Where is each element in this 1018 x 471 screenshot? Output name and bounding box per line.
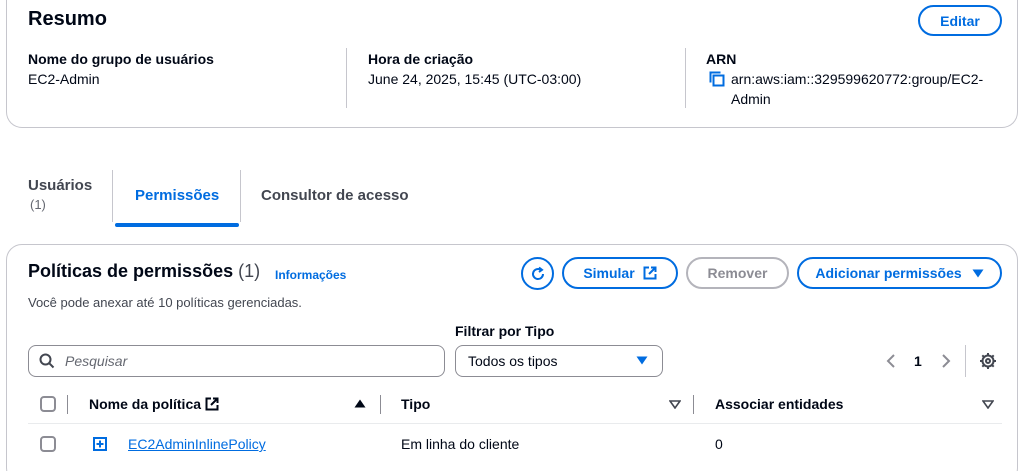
tab-access-advisor[interactable]: Consultor de acesso <box>261 187 409 204</box>
page-number[interactable]: 1 <box>914 353 922 369</box>
column-header-type[interactable]: Tipo <box>401 396 430 412</box>
tab-permissions[interactable]: Permissões <box>135 187 219 204</box>
policies-title: Políticas de permissões (1) <box>28 261 260 282</box>
external-link-icon <box>643 266 657 280</box>
arn-value: arn:aws:iam::329599620772:group/EC2- <box>731 71 984 87</box>
simulate-label: Simular <box>583 265 635 281</box>
search-icon <box>39 353 55 369</box>
remove-button[interactable]: Remover <box>686 257 789 289</box>
copy-icon[interactable] <box>709 71 725 87</box>
type-filter-select[interactable]: Todos os tipos <box>455 345 663 377</box>
column-divider <box>693 395 694 414</box>
info-link[interactable]: Informações <box>275 268 346 282</box>
tab-users-count: (1) <box>30 197 46 212</box>
policies-description: Você pode anexar até 10 políticas gerenc… <box>28 295 302 310</box>
active-tab-indicator <box>115 223 239 227</box>
tab-divider <box>112 170 113 222</box>
summary-title: Resumo <box>28 8 107 30</box>
created-value: June 24, 2025, 15:45 (UTC-03:00) <box>368 71 582 87</box>
refresh-button[interactable] <box>521 257 554 290</box>
type-filter-value: Todos os tipos <box>468 353 558 369</box>
next-page-icon[interactable] <box>941 354 951 368</box>
select-all-checkbox[interactable] <box>40 396 56 412</box>
group-name-value: EC2-Admin <box>28 71 100 87</box>
group-name-label: Nome do grupo de usuários <box>28 51 214 67</box>
expand-icon[interactable] <box>93 437 107 451</box>
simulate-button[interactable]: Simular <box>562 257 678 289</box>
external-link-icon <box>205 397 219 411</box>
arn-label: ARN <box>706 51 737 67</box>
divider <box>685 48 686 108</box>
created-label: Hora de criação <box>368 51 474 67</box>
divider <box>965 345 966 377</box>
column-divider <box>67 395 68 414</box>
arn-value-cont: Admin <box>731 91 771 107</box>
column-divider <box>380 395 381 414</box>
caret-down-icon <box>972 269 984 278</box>
add-permissions-button[interactable]: Adicionar permissões <box>797 257 1002 289</box>
sort-icon[interactable] <box>669 400 681 409</box>
tab-divider <box>240 170 241 222</box>
policy-entities: 0 <box>715 436 723 452</box>
refresh-icon <box>530 266 546 282</box>
edit-button[interactable]: Editar <box>918 5 1002 36</box>
previous-page-icon[interactable] <box>886 354 896 368</box>
table-header-divider <box>28 423 1002 424</box>
divider <box>346 48 347 108</box>
caret-down-icon <box>636 356 648 365</box>
tab-users[interactable]: Usuários <box>28 177 92 194</box>
sort-ascending-icon[interactable] <box>354 399 366 408</box>
policy-name-link[interactable]: EC2AdminInlinePolicy <box>128 436 266 452</box>
column-header-policy-name[interactable]: Nome da política <box>89 396 201 412</box>
row-checkbox[interactable] <box>40 436 56 452</box>
search-input[interactable]: Pesquisar <box>28 345 445 377</box>
policies-title-text: Políticas de permissões <box>28 261 234 281</box>
policies-count: (1) <box>238 261 261 281</box>
policy-type: Em linha do cliente <box>401 436 520 452</box>
sort-icon[interactable] <box>982 400 994 409</box>
column-header-entities[interactable]: Associar entidades <box>715 396 843 412</box>
gear-icon[interactable] <box>979 352 997 370</box>
add-permissions-label: Adicionar permissões <box>815 265 962 281</box>
filter-by-type-label: Filtrar por Tipo <box>455 323 555 339</box>
